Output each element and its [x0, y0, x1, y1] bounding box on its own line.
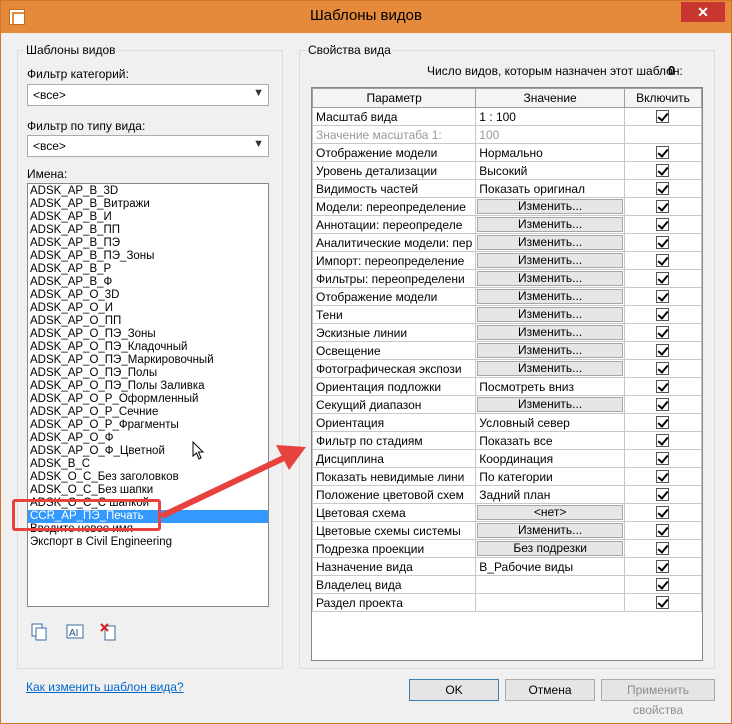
annotation-arrow	[161, 445, 306, 518]
mouse-cursor-icon	[192, 441, 205, 460]
